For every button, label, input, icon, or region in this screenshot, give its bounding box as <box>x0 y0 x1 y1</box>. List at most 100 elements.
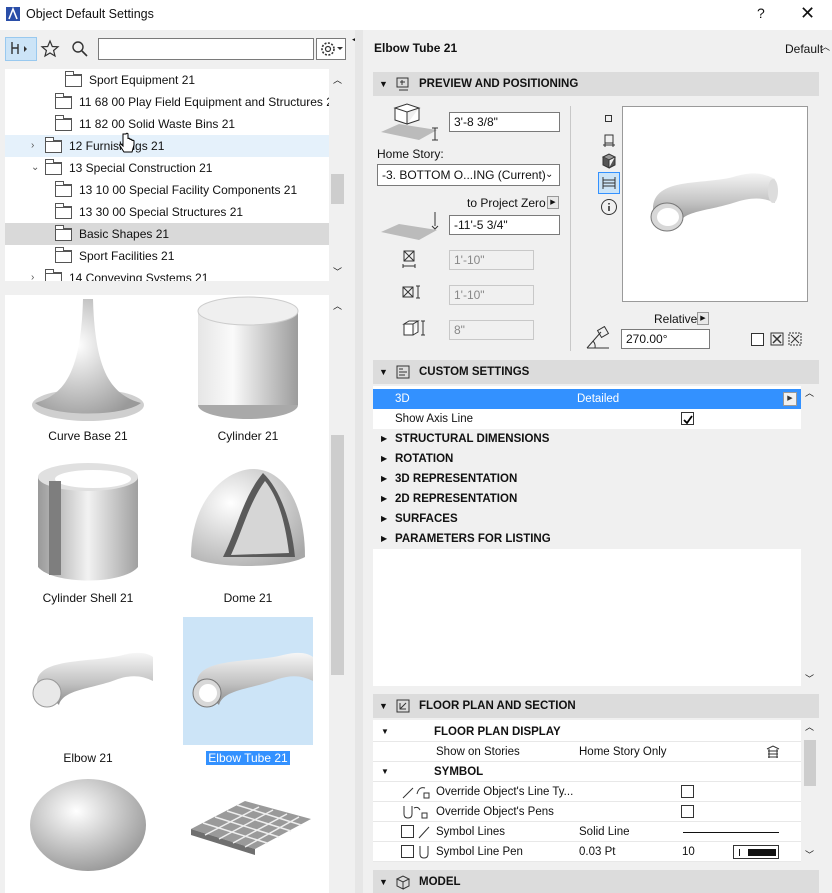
chevron-down-icon[interactable]: ⌄ <box>31 157 39 179</box>
tree-item[interactable]: 11 68 00 Play Field Equipment and Struct… <box>5 91 329 113</box>
tree-scroll-thumb[interactable] <box>331 174 344 204</box>
symbol-line-pen-lock-checkbox[interactable] <box>401 845 414 858</box>
folder-icon <box>65 71 82 87</box>
mirror-none-checkbox[interactable] <box>751 333 764 346</box>
gallery-item[interactable] <box>183 777 313 893</box>
gallery-item[interactable] <box>23 777 153 893</box>
tree-item[interactable]: Sport Equipment 21 <box>5 69 329 91</box>
mirror-x-icon[interactable] <box>770 332 784 346</box>
help-button[interactable]: ? <box>757 5 765 21</box>
tree-item[interactable]: ⌄ 13 Special Construction 21 <box>5 157 329 179</box>
scroll-up-icon[interactable]: ︿ <box>333 299 342 312</box>
panel-scroll-up-icon[interactable]: ︿ <box>821 40 830 53</box>
scroll-down-icon[interactable]: ﹀ <box>805 672 814 685</box>
custom-settings-group[interactable]: ▶ STRUCTURAL DIMENSIONS <box>373 429 801 449</box>
elevation-field[interactable]: -11'-5 3/4" <box>449 215 560 235</box>
library-settings-button[interactable] <box>316 38 346 60</box>
z-height-field[interactable]: 8" <box>449 320 534 340</box>
pen-override-icon <box>403 806 428 819</box>
floor-plan-scrollbar[interactable]: ︿ ﹀ <box>801 720 819 862</box>
custom-settings-group[interactable]: ▶ SURFACES <box>373 509 801 529</box>
show-axis-line-checkbox[interactable] <box>681 412 694 425</box>
scroll-up-icon[interactable]: ︿ <box>333 73 342 86</box>
favorites-star-icon[interactable] <box>40 39 60 59</box>
reference-menu-icon[interactable]: ▶ <box>547 196 559 209</box>
expand-triangle-icon: ▶ <box>381 514 388 523</box>
scroll-down-icon[interactable]: ﹀ <box>333 265 342 278</box>
depth-field[interactable]: 1'-10" <box>449 285 534 305</box>
symbol-line-pen-row[interactable]: Symbol Line Pen 0.03 Pt 10 <box>373 842 801 862</box>
tree-item[interactable]: › 12 Furnishings 21 <box>5 135 329 157</box>
tree-item[interactable]: 13 10 00 Special Facility Components 21 <box>5 179 329 201</box>
gallery-item[interactable]: Elbow 21 <box>23 617 153 767</box>
custom-settings-group[interactable]: ▶ 3D REPRESENTATION <box>373 469 801 489</box>
home-story-select[interactable]: -3. BOTTOM O...ING (Current) ⌄ <box>377 164 560 186</box>
tree-item[interactable]: 13 30 00 Special Structures 21 <box>5 201 329 223</box>
row-3d-menu-icon[interactable]: ▶ <box>783 392 797 406</box>
custom-settings-group[interactable]: ▶ PARAMETERS FOR LISTING <box>373 529 801 549</box>
view-list-button[interactable] <box>598 172 620 194</box>
gallery-item[interactable]: Cylinder 21 <box>183 295 313 445</box>
gallery-scroll-thumb[interactable] <box>331 435 344 675</box>
width-x-icon <box>402 250 416 268</box>
tree-item[interactable]: 11 82 00 Solid Waste Bins 21 <box>5 113 329 135</box>
expand-triangle-icon: ▶ <box>381 494 388 503</box>
chevron-right-icon[interactable]: › <box>31 267 34 281</box>
floor-plan-display-group[interactable]: ▼ FLOOR PLAN DISPLAY <box>373 722 801 742</box>
floor-plan-scroll-thumb[interactable] <box>804 740 816 786</box>
pen-color-swatch[interactable] <box>733 845 779 859</box>
custom-settings-icon <box>396 365 410 379</box>
mirror-y-icon[interactable] <box>788 332 802 346</box>
gallery-item-label: Elbow Tube 21 <box>206 751 290 765</box>
scroll-up-icon[interactable]: ︿ <box>805 720 814 733</box>
close-button[interactable]: ✕ <box>800 3 815 24</box>
height-field[interactable]: 3'-8 3/8" <box>449 112 560 132</box>
override-pens-checkbox[interactable] <box>681 805 694 818</box>
tree-item-label: Sport Equipment 21 <box>89 73 196 87</box>
folder-view-button[interactable] <box>5 37 37 61</box>
relative-menu-icon[interactable]: ▶ <box>697 312 709 325</box>
custom-settings-group[interactable]: ▶ 2D REPRESENTATION <box>373 489 801 509</box>
override-pens-row[interactable]: Override Object's Pens <box>373 802 801 822</box>
custom-settings-group[interactable]: ▶ ROTATION <box>373 449 801 469</box>
scroll-down-icon[interactable]: ﹀ <box>805 848 814 861</box>
tree-scrollbar[interactable]: ︿ ﹀ <box>329 69 346 281</box>
view-3d-icon[interactable] <box>600 152 618 170</box>
row-3d[interactable]: 3D Detailed ▶ <box>373 389 801 409</box>
object-height-icon <box>381 103 438 141</box>
floor-plan-section-header[interactable]: ▼ FLOOR PLAN AND SECTION <box>373 694 819 718</box>
panel-splitter[interactable] <box>355 30 363 893</box>
width-field[interactable]: 1'-10" <box>449 250 534 270</box>
tree-item[interactable]: Sport Facilities 21 <box>5 245 329 267</box>
tree-item[interactable]: Basic Shapes 21 <box>5 223 329 245</box>
symbol-lines-row[interactable]: Symbol Lines Solid Line <box>373 822 801 842</box>
chevron-right-icon[interactable]: › <box>31 135 34 157</box>
gallery-item[interactable]: Curve Base 21 <box>23 295 153 445</box>
model-header[interactable]: ▼ MODEL <box>373 870 819 893</box>
override-line-types-checkbox[interactable] <box>681 785 694 798</box>
search-input[interactable] <box>98 38 314 60</box>
dome-thumbnail <box>191 469 305 566</box>
gallery-item[interactable]: Cylinder Shell 21 <box>23 457 153 607</box>
gallery-item[interactable]: Dome 21 <box>183 457 313 607</box>
custom-settings-scrollbar[interactable]: ︿ ﹀ <box>801 386 819 686</box>
symbol-lines-lock-checkbox[interactable] <box>401 825 414 838</box>
mouse-cursor-icon <box>119 132 135 153</box>
view-plan-button[interactable] <box>600 110 618 128</box>
folder-icon <box>45 137 62 153</box>
show-on-stories-row[interactable]: Show on Stories Home Story Only <box>373 742 801 762</box>
search-icon[interactable] <box>71 40 89 58</box>
preview-positioning-header[interactable]: ▼ PREVIEW AND POSITIONING <box>373 72 819 96</box>
view-section-icon[interactable] <box>600 132 618 150</box>
symbol-group[interactable]: ▼ SYMBOL <box>373 762 801 782</box>
override-line-types-row[interactable]: Override Object's Line Ty... <box>373 782 801 802</box>
custom-settings-header[interactable]: ▼ CUSTOM SETTINGS <box>373 360 819 384</box>
scroll-up-icon[interactable]: ︿ <box>805 386 814 399</box>
rotation-angle-field[interactable]: 270.00° <box>621 329 710 349</box>
tree-item[interactable]: › 14 Conveying Systems 21 <box>5 267 329 281</box>
info-icon[interactable] <box>600 198 618 216</box>
gallery-scrollbar[interactable]: ︿ <box>329 295 346 893</box>
object-name: Elbow Tube 21 <box>374 41 458 55</box>
gallery-item[interactable]: Elbow Tube 21 <box>183 617 313 767</box>
folder-icon <box>55 115 72 131</box>
